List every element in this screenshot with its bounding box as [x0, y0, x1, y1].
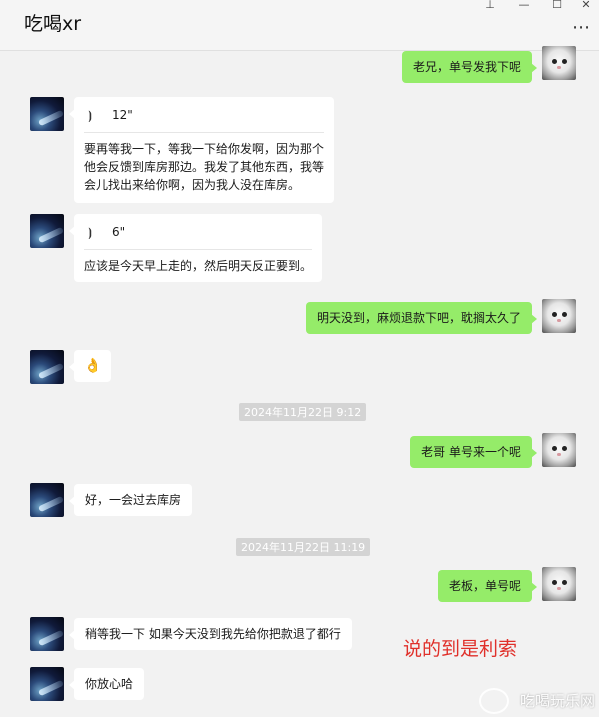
contact-avatar[interactable]	[30, 667, 64, 701]
contact-avatar[interactable]	[30, 617, 64, 651]
chat-title: 吃喝xr	[24, 13, 82, 35]
voice-duration: 6"	[112, 225, 126, 239]
chat-title-bar: 吃喝xr ⊥ — ☐ ✕ ⋯	[0, 0, 599, 51]
contact-avatar[interactable]	[30, 214, 64, 248]
red-annotation-text: 说的到是利索	[403, 638, 518, 660]
close-icon[interactable]: ✕	[575, 0, 597, 10]
incoming-message[interactable]: 好，一会过去库房	[68, 484, 193, 516]
voice-divider	[84, 249, 312, 250]
timestamp: 2024年11月22日 11:19	[236, 538, 371, 556]
voice-message[interactable]: ⦘ 12" 要再等我一下，等我一下给你发啊，因为那个 他会反馈到库房那边。我发了…	[69, 97, 334, 203]
my-avatar[interactable]	[542, 46, 576, 80]
pin-icon[interactable]: ⊥	[479, 0, 501, 10]
voice-transcript: 要再等我一下，等我一下给你发啊，因为那个 他会反馈到库房那边。我发了其他东西，我…	[84, 140, 324, 194]
voice-message[interactable]: ⦘ 6" 应该是今天早上走的，然后明天反正要到。	[69, 214, 322, 282]
voice-divider	[84, 132, 324, 133]
contact-avatar[interactable]	[30, 350, 64, 384]
voice-wave-icon: ⦘	[88, 225, 92, 239]
outgoing-message[interactable]: 明天没到，麻烦退款下吧，耽搁太久了	[305, 302, 538, 334]
watermark-logo-icon	[479, 688, 509, 714]
transcript-line: 要再等我一下，等我一下给你发啊，因为那个	[84, 142, 325, 156]
more-options-icon[interactable]: ⋯	[572, 17, 591, 38]
outgoing-message[interactable]: 老板，单号呢	[437, 570, 538, 602]
transcript-line: 他会反馈到库房那边。我发了其他东西，我等	[84, 160, 325, 174]
incoming-message[interactable]: 你放心哈	[68, 668, 145, 700]
voice-transcript: 应该是今天早上走的，然后明天反正要到。	[84, 259, 313, 273]
watermark: 吃喝玩乐网	[519, 692, 595, 710]
incoming-message[interactable]: 👌	[68, 350, 112, 382]
voice-wave-icon: ⦘	[88, 108, 92, 122]
maximize-icon[interactable]: ☐	[546, 0, 568, 10]
incoming-message[interactable]: 稍等我一下 如果今天没到我先给你把款退了都行	[69, 618, 352, 650]
timestamp: 2024年11月22日 9:12	[239, 403, 367, 421]
transcript-line: 会儿找出来给你啊，因为我人没在库房。	[84, 178, 301, 192]
minimize-icon[interactable]: —	[513, 0, 535, 10]
outgoing-message[interactable]: 老兄，单号发我下呢	[401, 51, 538, 83]
my-avatar[interactable]	[542, 433, 576, 467]
contact-avatar[interactable]	[30, 97, 64, 131]
my-avatar[interactable]	[542, 299, 576, 333]
contact-avatar[interactable]	[30, 483, 64, 517]
voice-duration: 12"	[112, 108, 133, 122]
outgoing-message[interactable]: 老哥 单号来一个呢	[410, 436, 537, 468]
my-avatar[interactable]	[542, 567, 576, 601]
